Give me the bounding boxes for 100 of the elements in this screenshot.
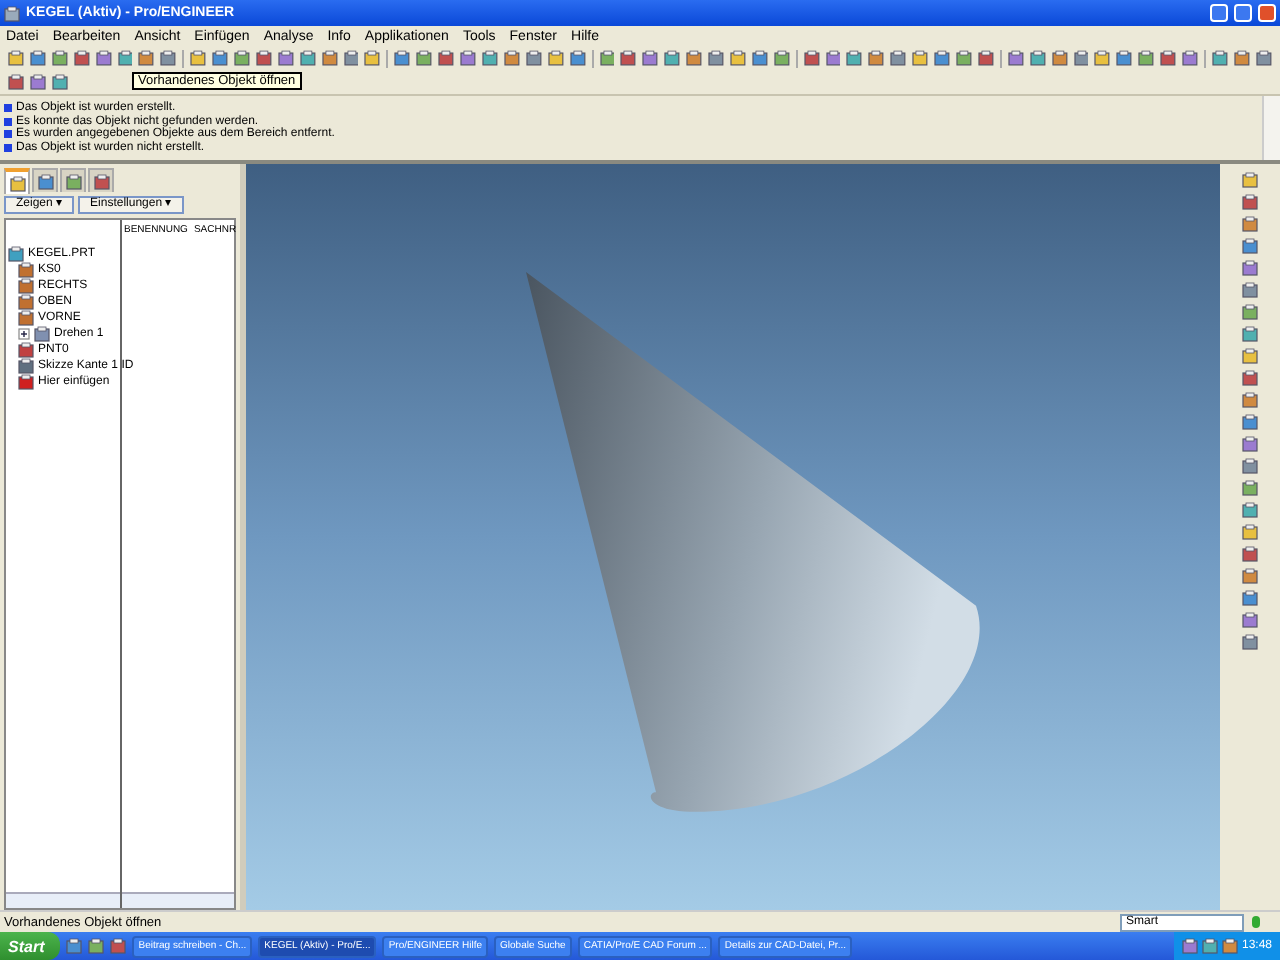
- tool-icon[interactable]: [1211, 50, 1228, 66]
- tool-icon[interactable]: [8, 74, 24, 90]
- navigator-tab[interactable]: [88, 168, 114, 192]
- tool-icon[interactable]: [394, 50, 411, 66]
- tool-icon[interactable]: [321, 50, 338, 66]
- tool-icon[interactable]: [343, 50, 359, 66]
- tool-icon[interactable]: [95, 50, 112, 66]
- tool-icon[interactable]: [503, 50, 520, 66]
- quick-launch-icon[interactable]: [110, 938, 127, 954]
- tool-icon[interactable]: [190, 50, 207, 66]
- tool-icon[interactable]: [977, 50, 994, 66]
- navigator-tab[interactable]: [32, 168, 58, 192]
- quick-launch-icon[interactable]: [66, 938, 83, 954]
- tool-icon[interactable]: [1242, 590, 1258, 606]
- tool-icon[interactable]: [1242, 172, 1258, 188]
- tool-icon[interactable]: [912, 50, 929, 66]
- tool-icon[interactable]: [620, 50, 637, 66]
- status-light-icon: [1252, 916, 1260, 928]
- tool-icon[interactable]: [1242, 216, 1258, 232]
- tool-icon[interactable]: [934, 50, 950, 66]
- tool-icon[interactable]: [569, 50, 586, 66]
- tool-icon[interactable]: [1242, 282, 1258, 298]
- tool-icon[interactable]: [255, 50, 272, 66]
- tool-icon[interactable]: [1255, 50, 1272, 66]
- tool-icon[interactable]: [1242, 238, 1258, 254]
- tool-icon[interactable]: [1242, 414, 1258, 430]
- restore-button[interactable]: [1234, 4, 1252, 22]
- tool-icon[interactable]: [890, 50, 907, 66]
- tool-icon[interactable]: [364, 50, 381, 66]
- tool-icon[interactable]: [1029, 50, 1046, 66]
- tool-icon[interactable]: [751, 50, 768, 66]
- tool-icon[interactable]: [664, 50, 681, 66]
- tool-icon[interactable]: [1242, 326, 1258, 342]
- tool-icon[interactable]: [708, 50, 724, 66]
- minimize-button[interactable]: [1210, 4, 1228, 22]
- tool-icon[interactable]: [1182, 50, 1198, 66]
- tool-icon[interactable]: [1242, 480, 1258, 496]
- tool-icon[interactable]: [773, 50, 790, 66]
- tool-icon[interactable]: [212, 50, 229, 66]
- tray-icon[interactable]: [1201, 938, 1218, 954]
- tool-icon[interactable]: [138, 50, 155, 66]
- tool-icon[interactable]: [599, 50, 615, 66]
- tool-icon[interactable]: [1051, 50, 1068, 66]
- tool-icon[interactable]: [1073, 50, 1089, 66]
- tool-icon[interactable]: [1242, 304, 1258, 320]
- tool-icon[interactable]: [1242, 612, 1258, 628]
- tool-icon[interactable]: [51, 50, 68, 66]
- tool-icon[interactable]: [1242, 634, 1258, 650]
- tool-icon[interactable]: [1242, 546, 1258, 562]
- 3d-viewport[interactable]: [246, 164, 1220, 910]
- tool-icon[interactable]: [1242, 568, 1258, 584]
- tool-icon[interactable]: [1242, 436, 1258, 452]
- tool-icon[interactable]: [547, 50, 564, 66]
- tool-icon[interactable]: [956, 50, 972, 66]
- tool-icon[interactable]: [1094, 50, 1111, 66]
- tool-icon[interactable]: [803, 50, 820, 66]
- navigator-tab[interactable]: [4, 168, 30, 194]
- tool-icon[interactable]: [416, 50, 433, 66]
- expand-icon[interactable]: [18, 327, 30, 339]
- horizontal-scrollbar[interactable]: [6, 892, 120, 908]
- tool-icon[interactable]: [117, 50, 133, 66]
- navigator-tab[interactable]: [60, 168, 86, 192]
- tool-icon[interactable]: [234, 50, 250, 66]
- tray-icon[interactable]: [1181, 938, 1198, 954]
- horizontal-scrollbar[interactable]: [122, 892, 234, 908]
- tool-icon[interactable]: [1242, 348, 1258, 364]
- tool-icon[interactable]: [825, 50, 841, 66]
- tool-icon[interactable]: [52, 74, 68, 90]
- tool-icon[interactable]: [73, 50, 90, 66]
- tool-icon[interactable]: [277, 50, 294, 66]
- tool-icon[interactable]: [1242, 392, 1258, 408]
- tool-icon[interactable]: [846, 50, 863, 66]
- tool-icon[interactable]: [1007, 50, 1024, 66]
- tool-icon[interactable]: [729, 50, 746, 66]
- scrollbar[interactable]: [1262, 96, 1280, 160]
- tool-icon[interactable]: [1242, 260, 1258, 276]
- tool-icon[interactable]: [160, 50, 177, 66]
- tool-icon[interactable]: [482, 50, 498, 66]
- tool-icon[interactable]: [1242, 524, 1258, 540]
- tool-icon[interactable]: [1138, 50, 1155, 66]
- tool-icon[interactable]: [1233, 50, 1250, 66]
- close-button[interactable]: [1258, 4, 1276, 22]
- tool-icon[interactable]: [686, 50, 703, 66]
- tool-icon[interactable]: [1242, 458, 1258, 474]
- tool-icon[interactable]: [29, 50, 46, 66]
- tool-icon[interactable]: [1242, 194, 1258, 210]
- tool-icon[interactable]: [1242, 502, 1258, 518]
- tool-icon[interactable]: [642, 50, 659, 66]
- tool-icon[interactable]: [868, 50, 885, 66]
- tool-icon[interactable]: [299, 50, 316, 66]
- tool-icon[interactable]: [1116, 50, 1133, 66]
- quick-launch-icon[interactable]: [88, 938, 105, 954]
- tool-icon[interactable]: [460, 50, 476, 66]
- tool-icon[interactable]: [1160, 50, 1177, 66]
- tool-icon[interactable]: [8, 50, 24, 66]
- tray-icon[interactable]: [1221, 938, 1238, 954]
- tool-icon[interactable]: [525, 50, 542, 66]
- tool-icon[interactable]: [1242, 370, 1258, 386]
- tool-icon[interactable]: [30, 74, 46, 90]
- tool-icon[interactable]: [438, 50, 455, 66]
